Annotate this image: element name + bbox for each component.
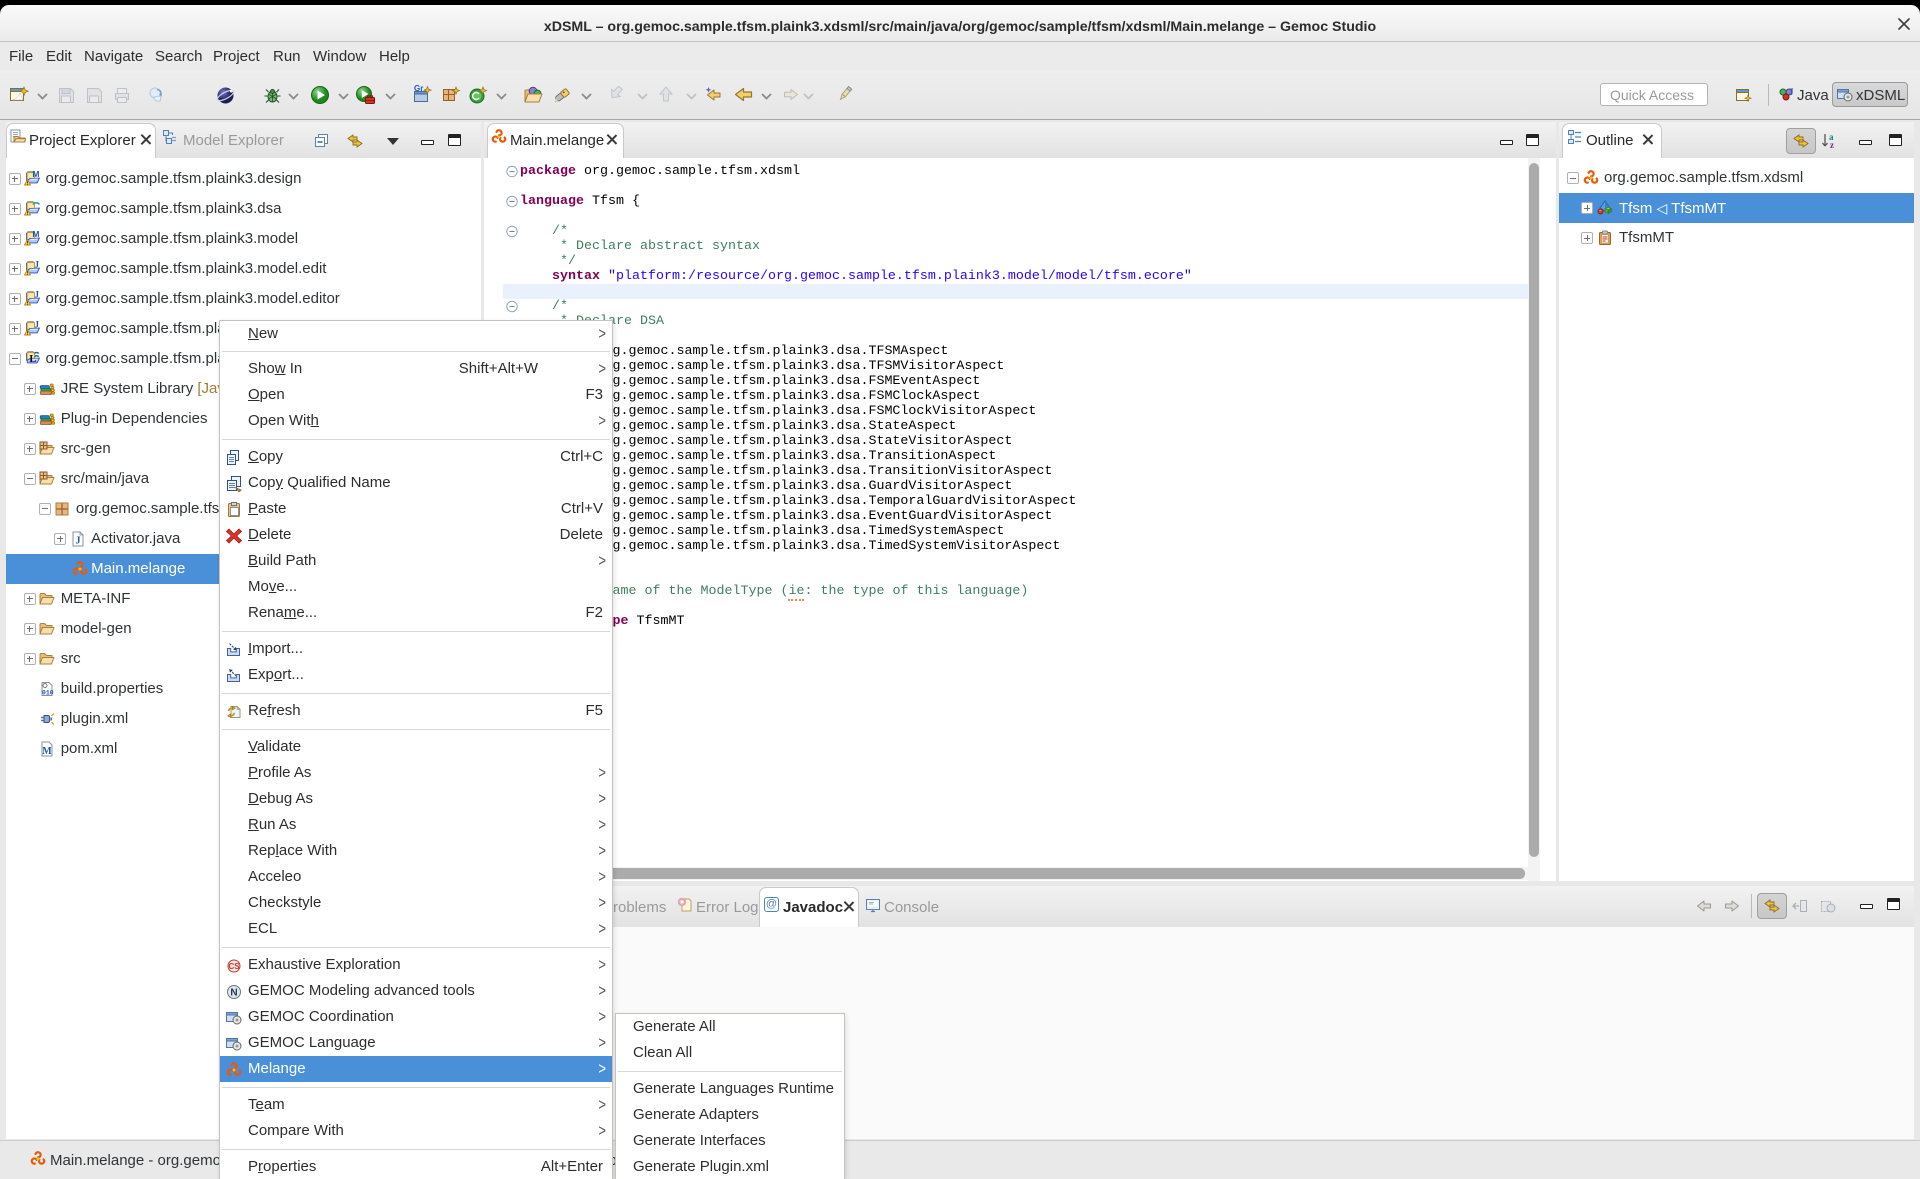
svg-text:J: J <box>35 291 40 300</box>
svg-text:J: J <box>35 321 40 330</box>
svg-text:M: M <box>32 231 39 239</box>
svg-text:J: J <box>1789 87 1794 97</box>
svg-text:M: M <box>32 171 39 179</box>
svg-text:J: J <box>35 261 40 270</box>
svg-text:z: z <box>1830 140 1834 150</box>
svg-text:Gr: Gr <box>414 85 423 93</box>
svg-text:N: N <box>230 988 237 999</box>
svg-text:CS: CS <box>228 962 240 971</box>
